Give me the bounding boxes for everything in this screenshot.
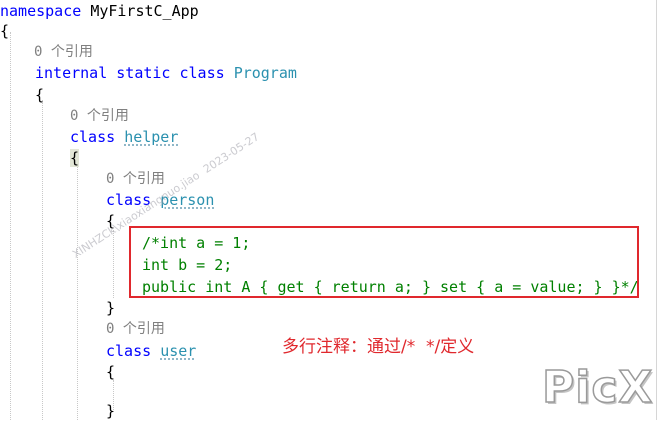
comment-highlight-box (129, 226, 639, 298)
reference-count-lens[interactable]: 0 个引用 (34, 41, 93, 63)
open-brace: { (35, 86, 45, 104)
close-brace: } (106, 402, 116, 420)
code-line-brace[interactable]: { (70, 147, 80, 169)
class-keyword: class (179, 64, 225, 82)
indent-guide (42, 100, 43, 420)
class-name-user: user (160, 342, 197, 360)
matched-open-brace: { (70, 149, 80, 167)
class-name-program: Program (233, 64, 297, 82)
code-line-class-program[interactable]: internal static class Program (35, 62, 297, 84)
code-line-brace[interactable]: { (0, 20, 9, 42)
namespace-name: MyFirstC_App (90, 2, 199, 20)
code-line-brace[interactable]: { (106, 361, 115, 383)
picx-logo: PicX (541, 361, 654, 414)
indent-guide (10, 32, 11, 420)
indent-guide (113, 230, 114, 298)
reference-count-lens[interactable]: 0 个引用 (106, 318, 165, 340)
indent-guide (77, 164, 78, 420)
code-line-namespace[interactable]: namespace MyFirstC_App (0, 0, 199, 22)
code-line-brace[interactable]: } (106, 297, 115, 319)
annotation-label: 多行注释：通过/* */定义 (282, 337, 475, 357)
static-keyword: static (116, 64, 171, 82)
code-line-brace[interactable]: } (106, 400, 115, 422)
reference-count-lens[interactable]: 0 个引用 (106, 168, 165, 190)
class-keyword: class (106, 342, 152, 360)
reference-count-lens[interactable]: 0 个引用 (70, 105, 129, 127)
code-line-class-user[interactable]: class user (106, 340, 196, 362)
open-brace: { (0, 22, 10, 40)
close-brace: } (106, 299, 116, 317)
class-keyword: class (70, 128, 116, 146)
code-line-class-helper[interactable]: class helper (70, 126, 178, 148)
internal-keyword: internal (35, 64, 108, 82)
namespace-keyword: namespace (0, 2, 82, 20)
class-name-helper: helper (124, 128, 179, 146)
editor-scroll-edge (656, 0, 657, 420)
open-brace: { (106, 363, 116, 381)
code-line-brace[interactable]: { (35, 84, 44, 106)
code-editor[interactable]: namespace MyFirstC_App { 0 个引用 internal … (0, 0, 664, 420)
